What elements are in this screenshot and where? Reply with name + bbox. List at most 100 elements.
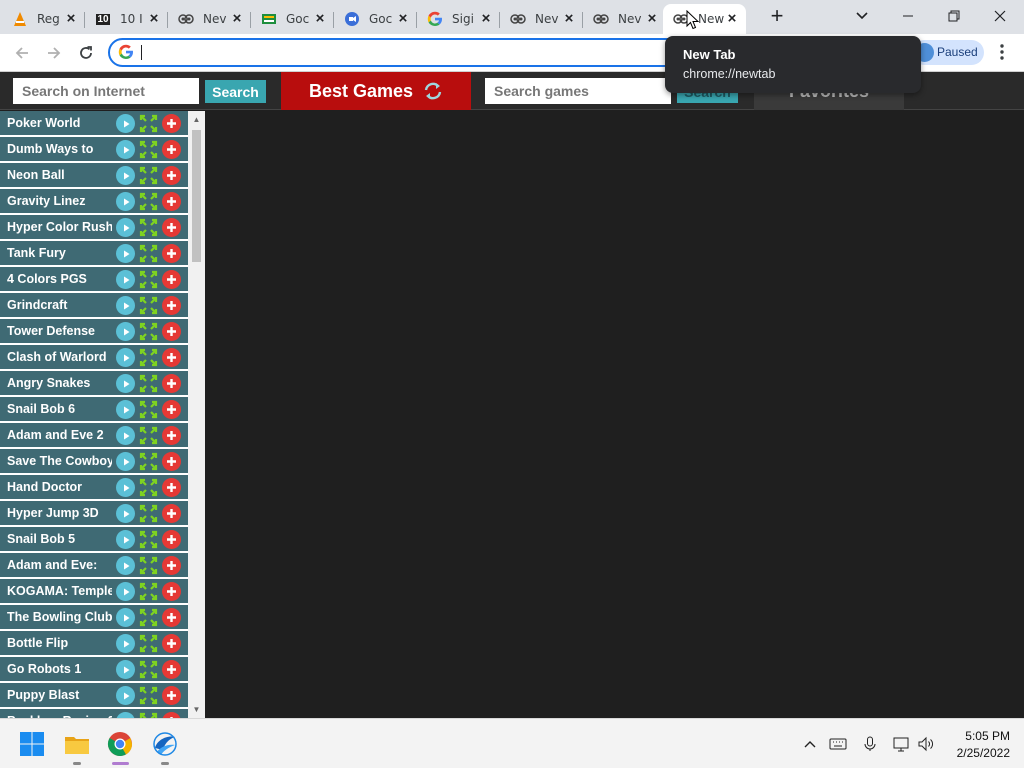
play-icon[interactable] bbox=[116, 296, 135, 315]
fullscreen-icon[interactable] bbox=[139, 114, 158, 133]
game-list-item[interactable]: Hyper Jump 3D bbox=[0, 501, 188, 526]
tray-chevron-up-icon[interactable] bbox=[801, 735, 819, 753]
add-favorite-icon[interactable] bbox=[162, 140, 181, 159]
add-favorite-icon[interactable] bbox=[162, 114, 181, 133]
browser-tab[interactable]: Reg × bbox=[2, 4, 85, 34]
add-favorite-icon[interactable] bbox=[162, 192, 181, 211]
game-list-item[interactable]: Save The Cowboy bbox=[0, 449, 188, 474]
add-favorite-icon[interactable] bbox=[162, 478, 181, 497]
browser-tab[interactable]: Sigi × bbox=[417, 4, 500, 34]
play-icon[interactable] bbox=[116, 244, 135, 263]
game-list-item[interactable]: Neon Ball bbox=[0, 163, 188, 188]
game-name[interactable]: Puppy Blast bbox=[0, 688, 112, 702]
fullscreen-icon[interactable] bbox=[139, 244, 158, 263]
close-tab-icon[interactable]: × bbox=[395, 11, 411, 27]
add-favorite-icon[interactable] bbox=[162, 452, 181, 471]
play-icon[interactable] bbox=[116, 452, 135, 471]
play-icon[interactable] bbox=[116, 556, 135, 575]
restore-button[interactable] bbox=[931, 0, 977, 32]
game-name[interactable]: Snail Bob 6 bbox=[0, 402, 112, 416]
play-icon[interactable] bbox=[116, 504, 135, 523]
game-name[interactable]: Adam and Eve: bbox=[0, 558, 112, 572]
scrollbar-thumb[interactable] bbox=[192, 130, 201, 262]
game-list-item[interactable]: Snail Bob 6 bbox=[0, 397, 188, 422]
fullscreen-icon[interactable] bbox=[139, 504, 158, 523]
profile-button[interactable]: Paused bbox=[912, 40, 984, 65]
game-list-item[interactable]: Adam and Eve 2 bbox=[0, 423, 188, 448]
fullscreen-icon[interactable] bbox=[139, 192, 158, 211]
game-name[interactable]: Tank Fury bbox=[0, 246, 112, 260]
more-menu-icon[interactable] bbox=[992, 42, 1012, 62]
fullscreen-icon[interactable] bbox=[139, 660, 158, 679]
fullscreen-icon[interactable] bbox=[139, 426, 158, 445]
game-name[interactable]: Snail Bob 5 bbox=[0, 532, 112, 546]
play-icon[interactable] bbox=[116, 660, 135, 679]
scroll-up-icon[interactable]: ▲ bbox=[192, 115, 201, 124]
add-favorite-icon[interactable] bbox=[162, 686, 181, 705]
browser-tab[interactable]: Nev × bbox=[500, 4, 583, 34]
network-app-icon[interactable] bbox=[151, 730, 179, 758]
game-list-item[interactable]: Bottle Flip bbox=[0, 631, 188, 656]
game-name[interactable]: Bottle Flip bbox=[0, 636, 112, 650]
add-favorite-icon[interactable] bbox=[162, 582, 181, 601]
sidebar-scrollbar[interactable]: ▲ ▼ bbox=[188, 111, 205, 718]
play-icon[interactable] bbox=[116, 634, 135, 653]
fullscreen-icon[interactable] bbox=[139, 582, 158, 601]
fullscreen-icon[interactable] bbox=[139, 374, 158, 393]
play-icon[interactable] bbox=[116, 426, 135, 445]
play-icon[interactable] bbox=[116, 530, 135, 549]
add-favorite-icon[interactable] bbox=[162, 634, 181, 653]
game-name[interactable]: Poker World bbox=[0, 116, 112, 130]
add-favorite-icon[interactable] bbox=[162, 348, 181, 367]
reload-button[interactable] bbox=[74, 41, 98, 65]
close-tab-icon[interactable]: × bbox=[63, 11, 79, 27]
browser-tab[interactable]: Nev × bbox=[583, 4, 666, 34]
add-favorite-icon[interactable] bbox=[162, 218, 181, 237]
fullscreen-icon[interactable] bbox=[139, 140, 158, 159]
game-name[interactable]: KOGAMA: Temple bbox=[0, 584, 112, 598]
game-list-item[interactable]: Hand Doctor bbox=[0, 475, 188, 500]
fullscreen-icon[interactable] bbox=[139, 556, 158, 575]
close-window-button[interactable] bbox=[977, 0, 1023, 32]
volume-icon[interactable] bbox=[917, 735, 935, 753]
internet-search-input[interactable] bbox=[13, 78, 199, 104]
minimize-button[interactable] bbox=[885, 0, 931, 32]
game-list-item[interactable]: Tank Fury bbox=[0, 241, 188, 266]
microphone-icon[interactable] bbox=[861, 735, 879, 753]
game-name[interactable]: Neon Ball bbox=[0, 168, 112, 182]
close-tab-icon[interactable]: × bbox=[478, 11, 494, 27]
address-bar[interactable] bbox=[108, 38, 688, 67]
scroll-down-icon[interactable]: ▼ bbox=[192, 705, 201, 714]
browser-tab[interactable]: Goc × bbox=[334, 4, 417, 34]
browser-tab[interactable]: Nev × bbox=[168, 4, 251, 34]
tab-search-chevron-icon[interactable] bbox=[852, 5, 872, 25]
play-icon[interactable] bbox=[116, 218, 135, 237]
new-tab-button[interactable]: + bbox=[766, 5, 788, 28]
game-name[interactable]: 4 Colors PGS bbox=[0, 272, 112, 286]
game-list-item[interactable]: 4 Colors PGS bbox=[0, 267, 188, 292]
game-name[interactable]: Grindcraft bbox=[0, 298, 112, 312]
game-list-item[interactable]: Clash of Warlord bbox=[0, 345, 188, 370]
game-list-item[interactable]: Adam and Eve: bbox=[0, 553, 188, 578]
game-list-item[interactable]: The Bowling Club bbox=[0, 605, 188, 630]
chrome-icon[interactable] bbox=[106, 730, 134, 758]
close-tab-icon[interactable]: × bbox=[312, 11, 328, 27]
add-favorite-icon[interactable] bbox=[162, 322, 181, 341]
add-favorite-icon[interactable] bbox=[162, 270, 181, 289]
game-name[interactable]: Angry Snakes bbox=[0, 376, 112, 390]
close-tab-icon[interactable]: × bbox=[724, 11, 740, 27]
game-list-item[interactable]: Go Robots 1 bbox=[0, 657, 188, 682]
fullscreen-icon[interactable] bbox=[139, 686, 158, 705]
game-name[interactable]: Hyper Jump 3D bbox=[0, 506, 112, 520]
keyboard-icon[interactable] bbox=[829, 735, 847, 753]
game-name[interactable]: Adam and Eve 2 bbox=[0, 428, 112, 442]
play-icon[interactable] bbox=[116, 114, 135, 133]
fullscreen-icon[interactable] bbox=[139, 296, 158, 315]
forward-button[interactable] bbox=[42, 41, 66, 65]
game-name[interactable]: Dumb Ways to bbox=[0, 142, 112, 156]
fullscreen-icon[interactable] bbox=[139, 218, 158, 237]
fullscreen-icon[interactable] bbox=[139, 452, 158, 471]
game-name[interactable]: Gravity Linez bbox=[0, 194, 112, 208]
file-explorer-icon[interactable] bbox=[63, 730, 91, 758]
game-name[interactable]: Go Robots 1 bbox=[0, 662, 112, 676]
